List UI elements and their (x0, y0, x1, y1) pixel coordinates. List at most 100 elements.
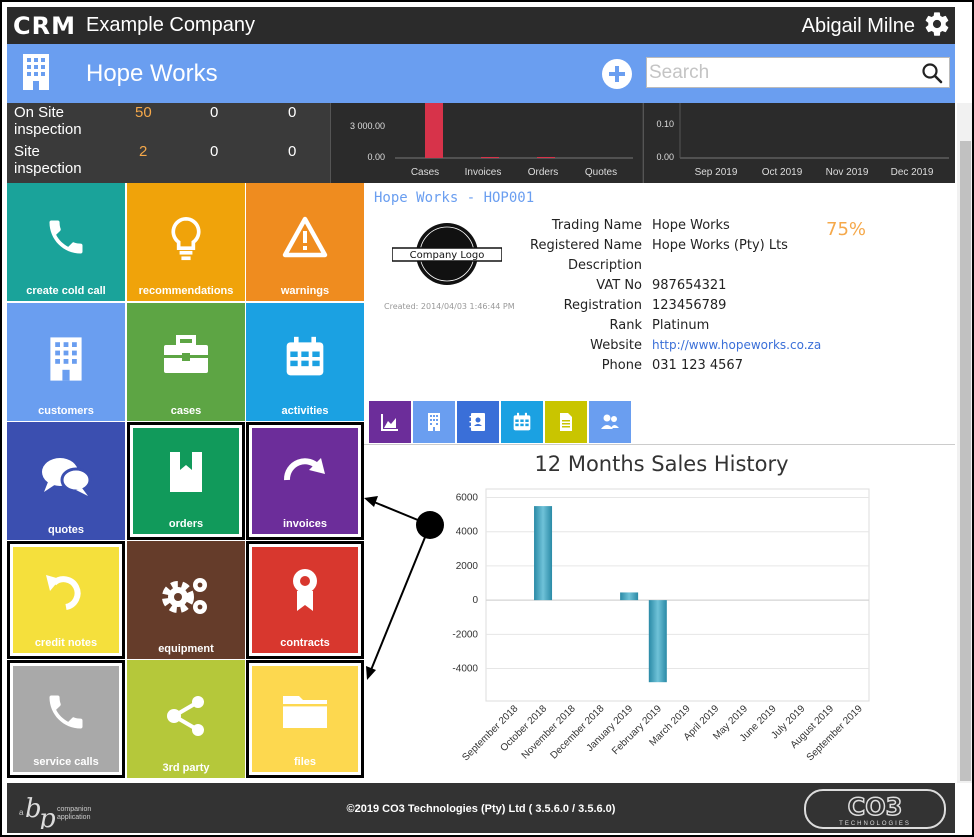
stat-value[interactable]: 0 (288, 104, 328, 121)
customer-code: Hope Works - HOP001 (374, 190, 535, 206)
company-name: Example Company (86, 14, 255, 36)
field-label: Phone (601, 358, 642, 373)
tile-label: activities (281, 405, 329, 417)
share-icon (167, 696, 204, 736)
user-name[interactable]: Abigail Milne (802, 15, 915, 38)
mini-bar-invoices (481, 157, 499, 158)
mini-bar-xlabel: Invoices (465, 167, 502, 178)
stat-label: On Site inspection (14, 104, 82, 138)
tile-invoices[interactable]: invoices (246, 422, 364, 540)
tile-recommendations[interactable]: recommendations (127, 183, 245, 301)
search-box (646, 57, 950, 88)
tile-label: service calls (33, 756, 99, 768)
stat-value[interactable]: 50 (135, 104, 175, 121)
tile-label: contracts (280, 637, 330, 649)
mini-line-xlabel: Sep 2019 (695, 167, 738, 178)
mini-bar-chart: 3 000.00 0.00 Cases Invoices Orders Quot… (330, 103, 642, 183)
mini-bar-xlabel: Quotes (585, 167, 617, 178)
gear-icon[interactable] (923, 10, 951, 38)
tile-files[interactable]: files (246, 660, 364, 778)
field-label: Trading Name (551, 218, 642, 233)
bar (534, 506, 553, 601)
mini-line-xlabel: Dec 2019 (891, 167, 934, 178)
tile-cases[interactable]: cases (127, 303, 245, 421)
tile-customers[interactable]: customers (7, 303, 125, 421)
stat-value[interactable]: 0 (288, 143, 328, 160)
mini-bar-xlabel: Cases (411, 167, 439, 178)
rank-value: Platinum (652, 318, 710, 333)
scrollbar[interactable] (957, 103, 972, 783)
app-frame: CRM Example Company Abigail Milne Hope W… (0, 0, 974, 837)
tile-warnings[interactable]: warnings (246, 183, 364, 301)
tab-sales-chart[interactable] (369, 401, 411, 443)
tile-label: files (293, 756, 316, 768)
scrollbar-thumb[interactable] (960, 141, 971, 781)
stat-value[interactable]: 0 (210, 143, 250, 160)
stat-label: Site inspection (14, 143, 82, 177)
tile-orders[interactable]: orders (127, 422, 245, 540)
tile-service-calls[interactable]: service calls (7, 660, 125, 778)
y-tick-label: -4000 (452, 664, 478, 675)
customer-header: Hope Works (7, 44, 955, 103)
tab-divider (364, 444, 955, 445)
tab-contacts[interactable] (457, 401, 499, 443)
tile-label: recommendations (138, 285, 234, 297)
tile-label: quotes (47, 524, 85, 536)
undo-arrow-icon (46, 575, 81, 610)
chat-bubbles-icon (42, 458, 92, 496)
tile-activities[interactable]: activities (246, 303, 364, 421)
field-label: Website (590, 338, 642, 353)
mini-bar-cases (425, 103, 443, 158)
website-link[interactable]: http://www.hopeworks.co.za (652, 338, 821, 352)
building-icon (23, 54, 49, 90)
tile-label: warnings (280, 285, 330, 297)
tab-company[interactable] (413, 401, 455, 443)
field-label: Description (567, 258, 642, 273)
tile-equipment[interactable]: equipment (127, 541, 245, 659)
tile-contracts[interactable]: contracts (246, 541, 364, 659)
field-labels: Trading Name Registered Name Description… (484, 218, 642, 378)
tile-create-cold-call[interactable]: create cold call (7, 183, 125, 301)
page-title: Hope Works (86, 60, 218, 87)
folder-icon (283, 696, 327, 728)
redo-arrow-icon (284, 458, 325, 481)
building-icon (50, 337, 82, 381)
warning-icon (282, 216, 328, 258)
calendar-icon (286, 336, 324, 376)
contact-card-icon (469, 413, 485, 431)
top-bar: CRM Example Company Abigail Milne (7, 7, 955, 44)
crm-logo[interactable]: CRM (13, 12, 76, 40)
tab-users[interactable] (589, 401, 631, 443)
footer: a b p companion application ©2019 CO3 Te… (7, 783, 955, 833)
tile-label: orders (168, 518, 204, 530)
tile-label: cases (170, 405, 202, 417)
tile-label: customers (38, 405, 94, 417)
sales-history-chart: 6000400020000-2000-4000September 2018Oct… (452, 488, 870, 763)
add-button[interactable] (601, 58, 633, 90)
y-tick-label: 6000 (456, 493, 479, 504)
registered-name-value: Hope Works (Pty) Lts (652, 238, 788, 253)
tab-documents[interactable] (545, 401, 587, 443)
mini-line-ytick: 0.00 (656, 152, 674, 162)
field-values: Hope Works Hope Works (Pty) Lts 98765432… (652, 218, 852, 378)
tile-3rd-party[interactable]: 3rd party (127, 660, 245, 778)
tile-label: 3rd party (162, 762, 210, 774)
stat-value[interactable]: 0 (210, 104, 250, 121)
stat-value[interactable]: 2 (139, 143, 179, 160)
phone-icon (49, 695, 83, 729)
tab-activities[interactable] (501, 401, 543, 443)
search-input[interactable] (649, 59, 911, 86)
tile-quotes[interactable]: quotes (7, 422, 125, 540)
mini-bar-xlabel: Orders (528, 167, 559, 178)
y-tick-label: 2000 (456, 561, 479, 572)
briefcase-icon (164, 335, 208, 373)
bar (648, 600, 667, 683)
mini-bar-ytick: 3 000.00 (350, 121, 385, 131)
tile-credit-notes[interactable]: credit notes (7, 541, 125, 659)
calendar-icon (513, 412, 531, 431)
search-icon[interactable] (921, 62, 943, 84)
mini-bar-orders (537, 157, 555, 158)
tile-grid: create cold call recommendations warning… (7, 183, 364, 778)
y-tick-label: -2000 (452, 629, 478, 640)
mini-line-ytick: 0.10 (656, 119, 674, 129)
